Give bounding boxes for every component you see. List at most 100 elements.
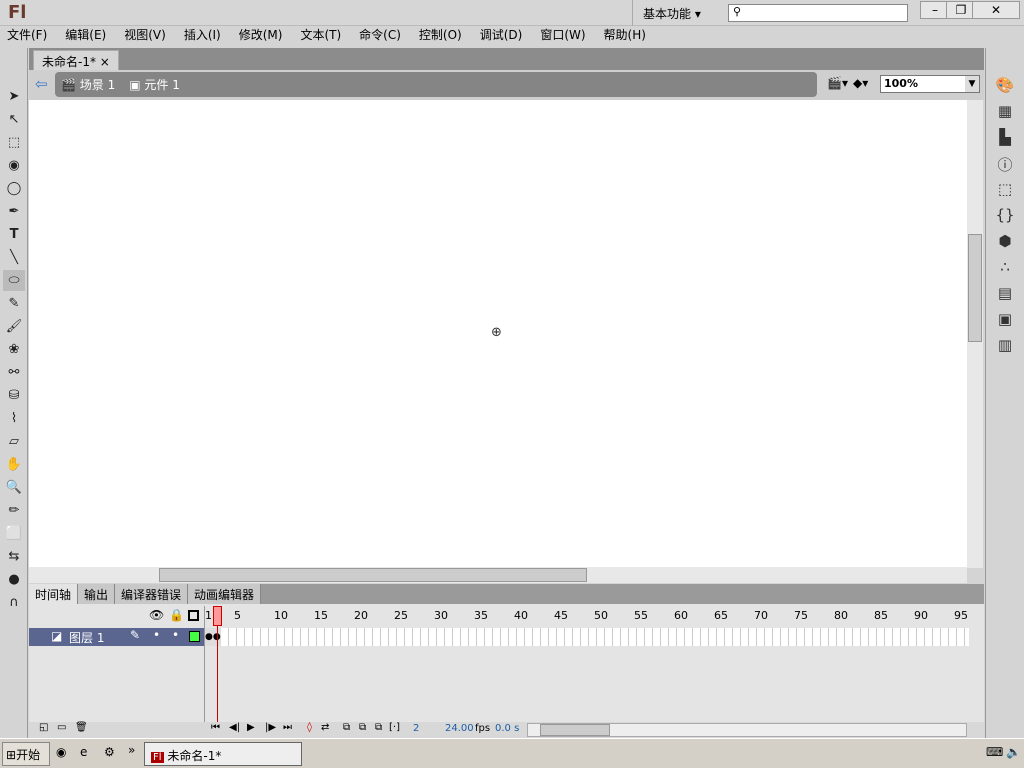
menu-insert[interactable]: 插入(I): [184, 26, 221, 46]
keyframe[interactable]: ●●: [205, 628, 221, 646]
oval-tool-icon[interactable]: ⬭: [3, 270, 25, 291]
fill-color-icon[interactable]: ⬜: [3, 523, 25, 544]
align-icon[interactable]: ▙: [990, 128, 1020, 150]
document-tab[interactable]: 未命名-1* ×: [33, 50, 119, 70]
line-tool-icon[interactable]: ╲: [3, 247, 25, 268]
next-frame-icon[interactable]: |▶: [265, 722, 276, 733]
breadcrumb-symbol[interactable]: ▣ 元件 1: [129, 76, 180, 93]
close-button[interactable]: ✕: [972, 1, 1020, 19]
frame-rate[interactable]: 24.00: [445, 723, 474, 734]
menu-file[interactable]: 文件(F): [7, 26, 47, 46]
paint-bucket-icon[interactable]: ⛁: [3, 385, 25, 406]
selection-tool-icon[interactable]: ➤: [3, 86, 25, 107]
stage-canvas[interactable]: ⊕: [29, 100, 967, 568]
play-icon[interactable]: ▶: [247, 722, 255, 733]
new-layer-icon[interactable]: ◱: [39, 722, 48, 733]
vertical-scroll-thumb[interactable]: [968, 234, 982, 342]
horizontal-scrollbar[interactable]: [29, 567, 967, 583]
breadcrumb-scene[interactable]: 🎬 场景 1: [61, 76, 115, 93]
timeline-hscrollbar[interactable]: [527, 723, 967, 737]
bone-tool-icon[interactable]: ⚯: [3, 362, 25, 383]
settings-icon[interactable]: ⚙: [104, 745, 115, 759]
playhead[interactable]: [213, 606, 222, 626]
last-frame-icon[interactable]: ⏭: [283, 722, 292, 733]
pen-tool-icon[interactable]: ✒: [3, 201, 25, 222]
frame-ruler[interactable]: 1 5 10 15 20 25 30 35 40 45 50 55 60 65 70 75 80 85 90 95: [205, 606, 969, 626]
back-arrow-icon[interactable]: ⇦: [35, 75, 48, 93]
motion-presets-icon[interactable]: ∴: [990, 258, 1020, 280]
chevron-down-icon[interactable]: ▼: [965, 76, 979, 92]
eye-icon[interactable]: 👁: [149, 608, 164, 622]
volume-icon[interactable]: 🔈: [1006, 745, 1021, 759]
quicklaunch-more-icon[interactable]: »: [128, 743, 135, 757]
info-icon[interactable]: ⓘ: [990, 154, 1020, 176]
close-tab-icon[interactable]: ×: [100, 55, 110, 69]
tab-compiler-errors[interactable]: 编译器错误: [115, 584, 189, 604]
swatches-icon[interactable]: ▦: [990, 102, 1020, 124]
frame-grid[interactable]: ●●: [205, 628, 969, 646]
text-tool-icon[interactable]: T: [3, 224, 25, 245]
color-palette-icon[interactable]: 🎨: [990, 76, 1020, 98]
subselection-tool-icon[interactable]: ↖: [3, 109, 25, 130]
onion-markers-icon[interactable]: [·]: [389, 722, 400, 733]
media-player-icon[interactable]: ◉: [56, 745, 66, 759]
menu-view[interactable]: 视图(V): [124, 26, 166, 46]
actions-icon[interactable]: {}: [990, 206, 1020, 228]
menu-window[interactable]: 窗口(W): [540, 26, 585, 46]
keyboard-icon[interactable]: ⌨: [986, 745, 1003, 759]
project-icon[interactable]: ▣: [990, 310, 1020, 332]
loop-icon[interactable]: ⇄: [321, 722, 329, 733]
first-frame-icon[interactable]: ⏮: [211, 722, 220, 733]
ie-icon[interactable]: e: [80, 745, 87, 759]
visible-dot[interactable]: •: [153, 628, 160, 642]
menu-edit[interactable]: 编辑(E): [65, 26, 106, 46]
transform-icon[interactable]: ⬚: [990, 180, 1020, 202]
center-frame-icon[interactable]: ◊: [307, 722, 312, 733]
layer-color-swatch[interactable]: [189, 631, 200, 642]
tab-output[interactable]: 输出: [78, 584, 116, 604]
eyedropper-icon[interactable]: ⌇: [3, 408, 25, 429]
zoom-tool-icon[interactable]: 🔍: [3, 477, 25, 498]
menu-debug[interactable]: 调试(D): [480, 26, 523, 46]
layer-row[interactable]: ◪ 图层 1 ✎ • •: [29, 628, 204, 646]
deco-tool-icon[interactable]: ❀: [3, 339, 25, 360]
3d-rotation-tool-icon[interactable]: ◉: [3, 155, 25, 176]
delete-icon[interactable]: 🗑: [75, 722, 88, 733]
onion-outline-icon[interactable]: ⧉: [359, 722, 366, 733]
hand-tool-icon[interactable]: ✋: [3, 454, 25, 475]
taskbar-task[interactable]: Fl 未命名-1*: [144, 742, 302, 766]
eraser-icon[interactable]: ▱: [3, 431, 25, 452]
snap-magnet-icon[interactable]: ∩: [3, 592, 25, 613]
new-folder-icon[interactable]: ▭: [57, 722, 66, 733]
lock-dot[interactable]: •: [172, 628, 179, 642]
onion-skin-icon[interactable]: ⧉: [343, 722, 350, 733]
brush-tool-icon[interactable]: 🖌: [3, 316, 25, 337]
edit-multiple-icon[interactable]: ⧉: [375, 722, 382, 733]
lock-icon[interactable]: 🔒: [169, 608, 184, 622]
menu-text[interactable]: 文本(T): [300, 26, 341, 46]
menu-modify[interactable]: 修改(M): [239, 26, 283, 46]
horizontal-scroll-thumb[interactable]: [159, 568, 587, 582]
help-search-input[interactable]: ⚲: [728, 4, 908, 22]
lasso-tool-icon[interactable]: ◯: [3, 178, 25, 199]
menu-help[interactable]: 帮助(H): [604, 26, 646, 46]
components-icon[interactable]: ⬢: [990, 232, 1020, 254]
common-libraries-icon[interactable]: ▥: [990, 336, 1020, 358]
library-icon[interactable]: ▤: [990, 284, 1020, 306]
free-transform-tool-icon[interactable]: ⬚: [3, 132, 25, 153]
edit-symbols-icon[interactable]: ◆▾: [853, 76, 868, 90]
workspace-switcher[interactable]: 基本功能 ▾: [632, 0, 722, 26]
menu-control[interactable]: 控制(O): [419, 26, 462, 46]
stroke-color-icon[interactable]: ✏: [3, 500, 25, 521]
object-drawing-icon[interactable]: ●: [3, 569, 25, 590]
tab-timeline[interactable]: 时间轴: [29, 584, 79, 604]
vertical-scrollbar[interactable]: [967, 100, 983, 568]
timeline-scroll-thumb[interactable]: [540, 724, 610, 736]
pencil-tool-icon[interactable]: ✎: [3, 293, 25, 314]
prev-frame-icon[interactable]: ◀|: [229, 722, 240, 733]
menu-commands[interactable]: 命令(C): [359, 26, 401, 46]
swap-colors-icon[interactable]: ⇆: [3, 546, 25, 567]
start-button[interactable]: ⊞开始: [2, 742, 50, 766]
edit-scene-icon[interactable]: 🎬▾: [827, 76, 848, 90]
zoom-select[interactable]: 100% ▼: [880, 75, 980, 93]
